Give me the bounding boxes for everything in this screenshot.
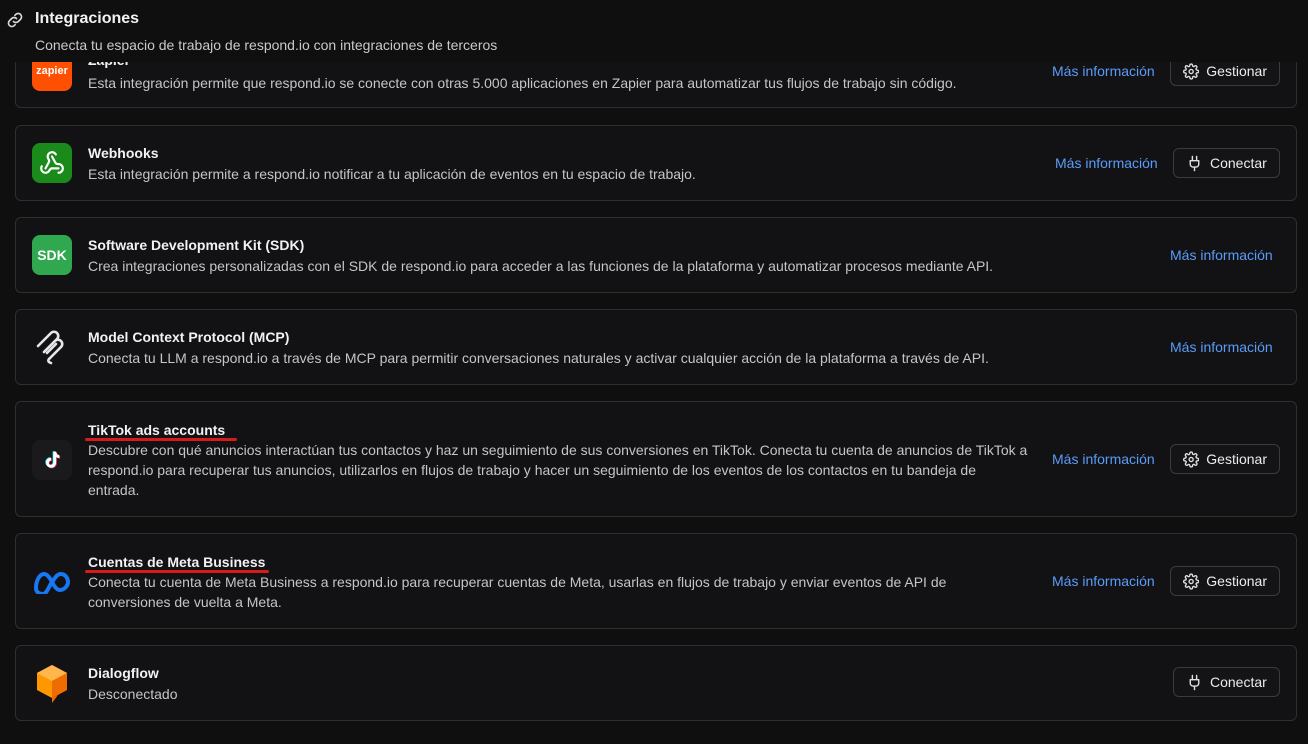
more-info-link[interactable]: Más información [1052,63,1155,79]
tiktok-logo [32,440,72,480]
gear-icon [1183,450,1200,468]
integration-card-dialogflow: Dialogflow Desconectado Conectar [15,645,1297,721]
integration-card-webhooks: Webhooks Esta integración permite a resp… [15,125,1297,201]
integration-description: Esta integración permite que respond.io … [88,75,957,91]
integration-name: TikTok ads accounts [88,422,226,438]
manage-button-label: Gestionar [1206,451,1267,467]
dialogflow-icon [37,665,67,703]
plug-icon [1189,674,1200,690]
meta-logo [32,562,72,602]
tiktok-icon [45,451,61,469]
integration-card-mcp: Model Context Protocol (MCP) Conecta tu … [15,309,1297,385]
integration-description: Crea integraciones personalizadas con el… [88,258,994,274]
integration-name: Model Context Protocol (MCP) [88,329,290,345]
integration-card-meta-business: Cuentas de Meta Business Conecta tu cuen… [15,533,1297,629]
integration-description: Conecta tu LLM a respond.io a través de … [88,350,989,366]
connect-button[interactable]: Conectar [1173,148,1280,178]
integration-name: Webhooks [88,145,159,161]
mcp-logo [32,327,72,367]
sdk-logo-text: SDK [37,247,67,263]
integration-card-tiktok: TikTok ads accounts Descubre con qué anu… [15,401,1297,517]
connect-button[interactable]: Conectar [1173,667,1280,697]
more-info-link[interactable]: Más información [1170,339,1273,355]
connect-button-label: Conectar [1210,674,1267,690]
zapier-logo-text: zapier [36,65,68,77]
manage-button[interactable]: Gestionar [1170,444,1280,474]
page-subtitle: Conecta tu espacio de trabajo de respond… [35,37,498,53]
manage-button-label: Gestionar [1206,63,1267,79]
page-header: Integraciones Conecta tu espacio de trab… [0,0,1308,62]
more-info-link[interactable]: Más información [1052,573,1155,589]
integration-card-sdk: SDK Software Development Kit (SDK) Crea … [15,217,1297,293]
integration-description: Conecta tu cuenta de Meta Business a res… [88,574,947,610]
integration-name: Cuentas de Meta Business [88,554,266,570]
manage-button[interactable]: Gestionar [1170,566,1280,596]
sdk-logo: SDK [32,235,72,275]
gear-icon [1183,62,1200,80]
more-info-link[interactable]: Más información [1052,451,1155,467]
plug-icon [1189,155,1200,171]
more-info-link[interactable]: Más información [1055,155,1158,171]
more-info-link[interactable]: Más información [1170,247,1273,263]
page-title: Integraciones [35,10,140,27]
integration-description: Descubre con qué anuncios interactúan tu… [88,442,1028,498]
integration-description: Esta integración permite a respond.io no… [88,166,696,182]
meta-icon [33,571,71,594]
mcp-icon [36,330,64,365]
dialogflow-logo [32,663,72,703]
integration-name: Dialogflow [88,665,159,681]
link-icon [7,12,23,28]
gear-icon [1183,572,1200,590]
manage-button-label: Gestionar [1206,573,1267,589]
webhooks-logo [32,143,72,183]
connection-status: Desconectado [88,686,178,702]
webhook-icon [40,151,64,174]
integration-name: Software Development Kit (SDK) [88,237,305,253]
connect-button-label: Conectar [1210,155,1267,171]
